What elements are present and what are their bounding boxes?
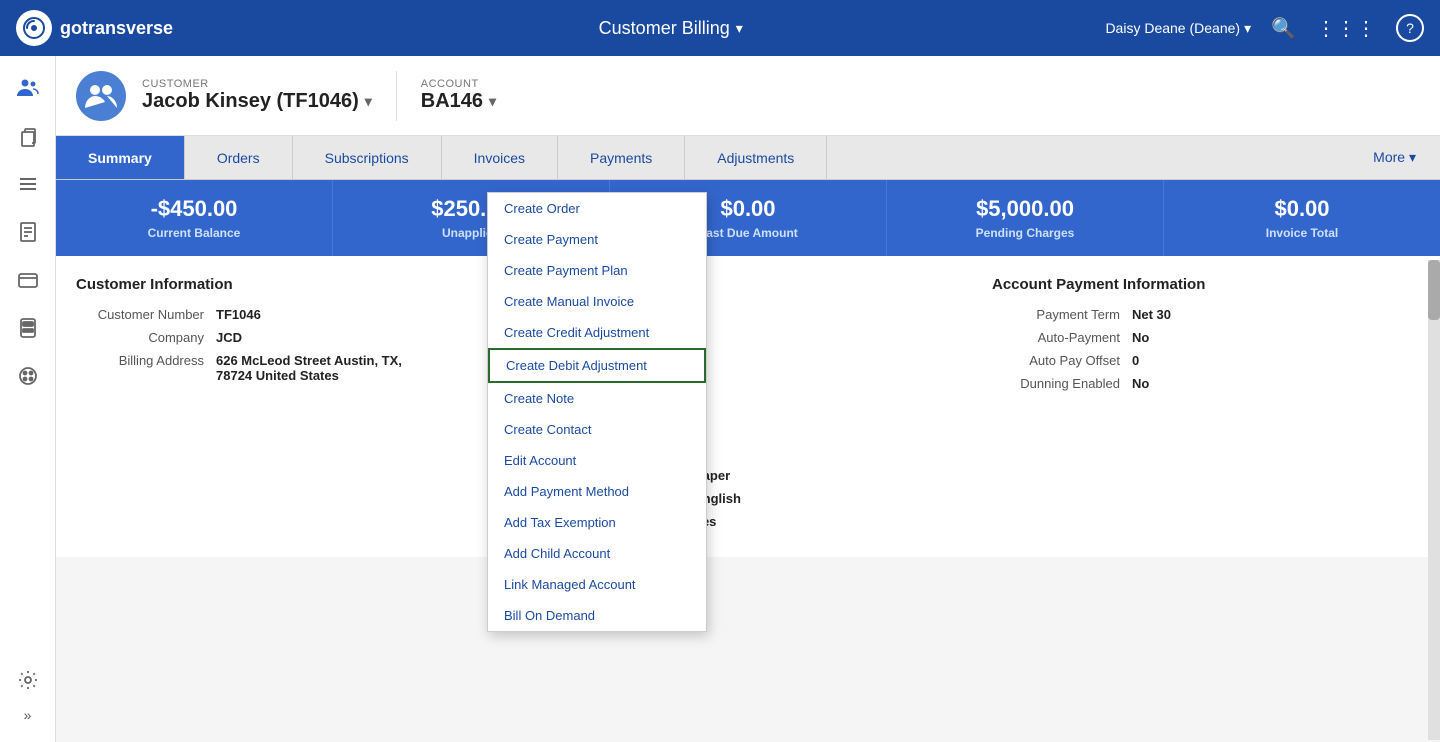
sidebar: »: [0, 56, 56, 742]
dropdown-item-create-contact[interactable]: Create Contact: [488, 414, 706, 445]
dropdown-item-create-payment-plan[interactable]: Create Payment Plan: [488, 255, 706, 286]
customer-avatar: [76, 71, 126, 121]
dropdown-item-create-manual-invoice[interactable]: Create Manual Invoice: [488, 286, 706, 317]
tab-payments[interactable]: Payments: [558, 136, 685, 179]
dropdown-item-create-payment[interactable]: Create Payment: [488, 224, 706, 255]
customer-info-title: Customer Information: [76, 276, 504, 293]
main-content: CUSTOMER Jacob Kinsey (TF1046) ▾ ACCOUNT…: [56, 56, 1440, 742]
card-pending-charges: $5,000.00 Pending Charges: [887, 180, 1164, 256]
dropdown-item-create-order[interactable]: Create Order: [488, 193, 706, 224]
payment-information-section: Account Payment Information Payment Term…: [992, 276, 1420, 537]
sidebar-icon-calculator[interactable]: [8, 308, 48, 348]
tab-invoices[interactable]: Invoices: [442, 136, 558, 179]
dropdown-item-add-child-account[interactable]: Add Child Account: [488, 538, 706, 569]
header-divider: [396, 71, 397, 121]
grid-icon[interactable]: ⋮⋮⋮: [1316, 16, 1376, 41]
scrollbar-thumb[interactable]: [1428, 260, 1440, 320]
customer-info: CUSTOMER Jacob Kinsey (TF1046) ▾: [142, 78, 372, 113]
dropdown-item-create-note[interactable]: Create Note: [488, 383, 706, 414]
dunning-enabled-value: No: [1132, 376, 1149, 391]
billing-address-value: 626 McLeod Street Austin, TX, 78724 Unit…: [216, 353, 416, 383]
customer-information-section: Customer Information Customer Number TF1…: [76, 276, 504, 537]
dropdown-item-bill-on-demand[interactable]: Bill On Demand: [488, 600, 706, 631]
tab-subscriptions[interactable]: Subscriptions: [293, 136, 442, 179]
tab-summary[interactable]: Summary: [56, 136, 185, 179]
customer-number-value: TF1046: [216, 307, 261, 322]
payment-term-value: Net 30: [1132, 307, 1171, 322]
info-row-billing-address: Billing Address 626 McLeod Street Austin…: [76, 353, 504, 383]
customer-number-key: Customer Number: [76, 307, 216, 322]
sidebar-icon-users[interactable]: [8, 68, 48, 108]
account-info-header: ACCOUNT BA146 ▾: [421, 78, 496, 113]
tabs-bar: Summary Orders Subscriptions Invoices Pa…: [56, 136, 1440, 180]
card-invoice-total-value: $0.00: [1184, 196, 1420, 222]
customer-label: CUSTOMER: [142, 78, 372, 90]
sidebar-bottom: »: [8, 660, 48, 730]
auto-payment-row: Auto-Payment No: [992, 330, 1420, 345]
tab-more[interactable]: More ▾: [1349, 136, 1440, 179]
card-invoice-total: $0.00 Invoice Total: [1164, 180, 1440, 256]
dropdown-item-edit-account[interactable]: Edit Account: [488, 445, 706, 476]
help-icon[interactable]: ?: [1396, 14, 1424, 42]
auto-pay-offset-value: 0: [1132, 353, 1139, 368]
sidebar-icon-palette[interactable]: [8, 356, 48, 396]
nav-title-text: Customer Billing: [599, 18, 730, 39]
tab-adjustments[interactable]: Adjustments: [685, 136, 827, 179]
card-current-balance-value: -$450.00: [76, 196, 312, 222]
search-icon[interactable]: 🔍: [1271, 16, 1296, 41]
company-value: JCD: [216, 330, 242, 345]
nav-right: Daisy Deane (Deane) ▾ 🔍 ⋮⋮⋮ ?: [1105, 14, 1424, 42]
auto-payment-value: No: [1132, 330, 1149, 345]
scrollbar[interactable]: [1428, 260, 1440, 740]
app-title: gotransverse: [60, 18, 173, 39]
nav-user[interactable]: Daisy Deane (Deane) ▾: [1105, 20, 1251, 37]
account-id-display[interactable]: BA146 ▾: [421, 90, 496, 113]
card-pending-charges-label: Pending Charges: [907, 226, 1143, 240]
card-invoice-total-label: Invoice Total: [1184, 226, 1420, 240]
content-body: Customer Information Customer Number TF1…: [56, 256, 1440, 557]
company-key: Company: [76, 330, 216, 345]
logo-icon: [16, 10, 52, 46]
auto-payment-key: Auto-Payment: [992, 330, 1132, 345]
sidebar-icon-list[interactable]: [8, 164, 48, 204]
dropdown-item-link-managed-account[interactable]: Link Managed Account: [488, 569, 706, 600]
dropdown-item-create-credit-adjustment[interactable]: Create Credit Adjustment: [488, 317, 706, 348]
dunning-enabled-row: Dunning Enabled No: [992, 376, 1420, 391]
tab-orders[interactable]: Orders: [185, 136, 293, 179]
dropdown-menu: Create Order Create Payment Create Payme…: [487, 192, 707, 632]
nav-title-arrow: ▾: [736, 20, 743, 37]
sidebar-icon-card[interactable]: [8, 260, 48, 300]
nav-title[interactable]: Customer Billing ▾: [599, 18, 743, 39]
customer-dropdown-arrow: ▾: [365, 93, 372, 110]
info-row-company: Company JCD: [76, 330, 504, 345]
sidebar-icon-gear[interactable]: [8, 660, 48, 700]
info-row-customer-number: Customer Number TF1046: [76, 307, 504, 322]
top-nav: gotransverse Customer Billing ▾ Daisy De…: [0, 0, 1440, 56]
logo-area: gotransverse: [16, 10, 236, 46]
nav-center: Customer Billing ▾: [236, 18, 1105, 39]
card-current-balance: -$450.00 Current Balance: [56, 180, 333, 256]
account-dropdown-arrow: ▾: [489, 93, 496, 110]
nav-user-text: Daisy Deane (Deane): [1105, 20, 1240, 36]
dropdown-item-add-tax-exemption[interactable]: Add Tax Exemption: [488, 507, 706, 538]
customer-name[interactable]: Jacob Kinsey (TF1046) ▾: [142, 90, 372, 113]
dropdown-item-create-debit-adjustment[interactable]: Create Debit Adjustment: [488, 348, 706, 383]
account-label: ACCOUNT: [421, 78, 496, 90]
billing-address-key: Billing Address: [76, 353, 216, 383]
payment-term-key: Payment Term: [992, 307, 1132, 322]
card-current-balance-label: Current Balance: [76, 226, 312, 240]
sidebar-expand-button[interactable]: »: [8, 700, 48, 730]
dropdown-item-add-payment-method[interactable]: Add Payment Method: [488, 476, 706, 507]
nav-user-arrow: ▾: [1244, 20, 1251, 37]
summary-cards: -$450.00 Current Balance $250.00 Unappli…: [56, 180, 1440, 256]
dunning-enabled-key: Dunning Enabled: [992, 376, 1132, 391]
auto-pay-offset-row: Auto Pay Offset 0: [992, 353, 1420, 368]
payment-term-row: Payment Term Net 30: [992, 307, 1420, 322]
sidebar-icon-copy[interactable]: [8, 116, 48, 156]
auto-pay-offset-key: Auto Pay Offset: [992, 353, 1132, 368]
payment-info-title: Account Payment Information: [992, 276, 1420, 293]
sidebar-icon-document[interactable]: [8, 212, 48, 252]
card-pending-charges-value: $5,000.00: [907, 196, 1143, 222]
customer-header: CUSTOMER Jacob Kinsey (TF1046) ▾ ACCOUNT…: [56, 56, 1440, 136]
